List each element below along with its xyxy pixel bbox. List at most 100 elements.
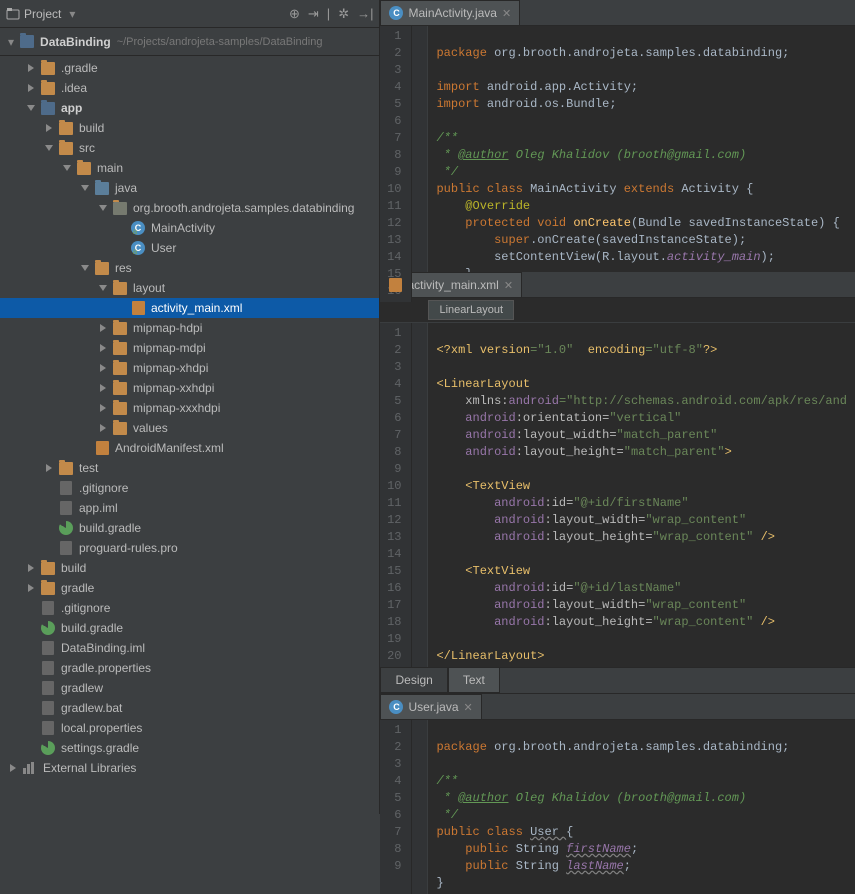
tree-row[interactable]: build bbox=[0, 558, 379, 578]
tree-row[interactable]: mipmap-mdpi bbox=[0, 338, 379, 358]
tree-row[interactable]: mipmap-xhdpi bbox=[0, 358, 379, 378]
hide-icon[interactable]: →| bbox=[357, 6, 373, 21]
tree-row[interactable]: java bbox=[0, 178, 379, 198]
tree-row[interactable]: values bbox=[0, 418, 379, 438]
tree-row[interactable]: .gitignore bbox=[0, 598, 379, 618]
design-tab[interactable]: Design bbox=[380, 668, 447, 693]
tree-arrow-icon[interactable] bbox=[44, 543, 54, 553]
tree-row[interactable]: mipmap-xxxhdpi bbox=[0, 398, 379, 418]
tree-arrow-icon[interactable] bbox=[26, 83, 36, 93]
tree-arrow-icon[interactable] bbox=[26, 663, 36, 673]
tree-arrow-icon[interactable] bbox=[44, 483, 54, 493]
editor-pane-user: C User.java ✕ 123456789 package org.broo… bbox=[380, 694, 855, 866]
tree-arrow-icon[interactable] bbox=[26, 603, 36, 613]
code-text: MainActivity bbox=[530, 182, 624, 196]
code-text: :layout_width= bbox=[516, 428, 617, 442]
tree-arrow-icon[interactable] bbox=[26, 643, 36, 653]
close-icon[interactable]: ✕ bbox=[502, 7, 511, 20]
tree-row[interactable]: .gitignore bbox=[0, 478, 379, 498]
tree-row[interactable]: layout bbox=[0, 278, 379, 298]
tree-row[interactable]: External Libraries bbox=[0, 758, 379, 778]
tree-arrow-icon[interactable] bbox=[44, 123, 54, 133]
tree-row[interactable]: test bbox=[0, 458, 379, 478]
tree-arrow-icon[interactable] bbox=[98, 363, 108, 373]
tree-row[interactable]: src bbox=[0, 138, 379, 158]
tree-row[interactable]: main bbox=[0, 158, 379, 178]
expand-arrow-icon[interactable]: ▾ bbox=[8, 35, 14, 49]
dropdown-arrow-icon[interactable]: ▾ bbox=[69, 7, 75, 21]
tree-row[interactable]: CaMainActivity bbox=[0, 218, 379, 238]
tree-arrow-icon[interactable] bbox=[26, 63, 36, 73]
tree-arrow-icon[interactable] bbox=[26, 583, 36, 593]
gear-icon[interactable]: ✲ bbox=[338, 6, 349, 22]
close-icon[interactable]: ✕ bbox=[504, 279, 513, 292]
tree-row[interactable]: proguard-rules.pro bbox=[0, 538, 379, 558]
tree-arrow-icon[interactable] bbox=[80, 263, 90, 273]
tree-arrow-icon[interactable] bbox=[62, 163, 72, 173]
tree-arrow-icon[interactable] bbox=[26, 743, 36, 753]
tree-arrow-icon[interactable] bbox=[98, 423, 108, 433]
tree-row[interactable]: mipmap-xxhdpi bbox=[0, 378, 379, 398]
tree-row[interactable]: DataBinding.iml bbox=[0, 638, 379, 658]
tree-arrow-icon[interactable] bbox=[44, 503, 54, 513]
tab-main-activity[interactable]: C MainActivity.java ✕ bbox=[380, 0, 520, 25]
tree-arrow-icon[interactable] bbox=[116, 243, 126, 253]
tree-row[interactable]: CaUser bbox=[0, 238, 379, 258]
tree-row[interactable]: AndroidManifest.xml bbox=[0, 438, 379, 458]
close-icon[interactable]: ✕ bbox=[464, 701, 473, 714]
code-lines[interactable]: <?xml version="1.0" encoding="utf-8"?> <… bbox=[428, 323, 855, 667]
tree-arrow-icon[interactable] bbox=[26, 103, 36, 113]
code-lines[interactable]: package org.brooth.androjeta.samples.dat… bbox=[428, 720, 797, 894]
code-area[interactable]: 12345678910111213141516 package org.broo… bbox=[380, 26, 855, 302]
tree-arrow-icon[interactable] bbox=[98, 383, 108, 393]
tree-arrow-icon[interactable] bbox=[80, 443, 90, 453]
tree-arrow-icon[interactable] bbox=[8, 763, 18, 773]
tree-arrow-icon[interactable] bbox=[80, 183, 90, 193]
tree-arrow-icon[interactable] bbox=[26, 703, 36, 713]
collapse-icon[interactable]: ⇥ bbox=[308, 6, 319, 22]
tree-row[interactable]: settings.gradle bbox=[0, 738, 379, 758]
tree-row[interactable]: activity_main.xml bbox=[0, 298, 379, 318]
tree-arrow-icon[interactable] bbox=[26, 683, 36, 693]
code-text: android bbox=[509, 394, 559, 408]
tree-row[interactable]: gradlew bbox=[0, 678, 379, 698]
text-tab[interactable]: Text bbox=[448, 668, 500, 693]
xml-breadcrumb[interactable]: LinearLayout bbox=[428, 300, 514, 320]
tree-arrow-icon[interactable] bbox=[44, 463, 54, 473]
code-area[interactable]: 123456789 package org.brooth.androjeta.s… bbox=[380, 720, 855, 894]
editor-pane-main-activity: C MainActivity.java ✕ 123456789101112131… bbox=[380, 0, 855, 272]
tree-arrow-icon[interactable] bbox=[44, 143, 54, 153]
tree-row[interactable]: build bbox=[0, 118, 379, 138]
tree-row[interactable]: app bbox=[0, 98, 379, 118]
tree-arrow-icon[interactable] bbox=[26, 723, 36, 733]
target-icon[interactable]: ⊕ bbox=[289, 6, 300, 22]
tree-row[interactable]: .gradle bbox=[0, 58, 379, 78]
tree-arrow-icon[interactable] bbox=[26, 623, 36, 633]
tree-row[interactable]: .idea bbox=[0, 78, 379, 98]
tree-row[interactable]: res bbox=[0, 258, 379, 278]
tree-arrow-icon[interactable] bbox=[26, 563, 36, 573]
tree-row[interactable]: build.gradle bbox=[0, 518, 379, 538]
tree-row[interactable]: gradle bbox=[0, 578, 379, 598]
code-text: encoding bbox=[588, 343, 646, 357]
tree-arrow-icon[interactable] bbox=[98, 323, 108, 333]
tab-user-java[interactable]: C User.java ✕ bbox=[380, 694, 481, 719]
tree-arrow-icon[interactable] bbox=[98, 283, 108, 293]
tree-arrow-icon[interactable] bbox=[98, 403, 108, 413]
tree-arrow-icon[interactable] bbox=[44, 523, 54, 533]
tree-arrow-icon[interactable] bbox=[98, 203, 108, 213]
tree-row[interactable]: build.gradle bbox=[0, 618, 379, 638]
tree-row[interactable]: mipmap-hdpi bbox=[0, 318, 379, 338]
tree-arrow-icon[interactable] bbox=[116, 303, 126, 313]
code-area[interactable]: 1234567891011121314151617181920 <?xml ve… bbox=[380, 323, 855, 667]
code-lines[interactable]: package org.brooth.androjeta.samples.dat… bbox=[428, 26, 847, 302]
project-tree[interactable]: .gradle.ideaappbuildsrcmainjavaorg.broot… bbox=[0, 56, 379, 814]
tree-row[interactable]: local.properties bbox=[0, 718, 379, 738]
tree-arrow-icon[interactable] bbox=[116, 223, 126, 233]
tree-row[interactable]: gradlew.bat bbox=[0, 698, 379, 718]
tree-row[interactable]: app.iml bbox=[0, 498, 379, 518]
tab-bar: C MainActivity.java ✕ bbox=[380, 0, 855, 26]
tree-row[interactable]: org.brooth.androjeta.samples.databinding bbox=[0, 198, 379, 218]
tree-arrow-icon[interactable] bbox=[98, 343, 108, 353]
tree-row[interactable]: gradle.properties bbox=[0, 658, 379, 678]
